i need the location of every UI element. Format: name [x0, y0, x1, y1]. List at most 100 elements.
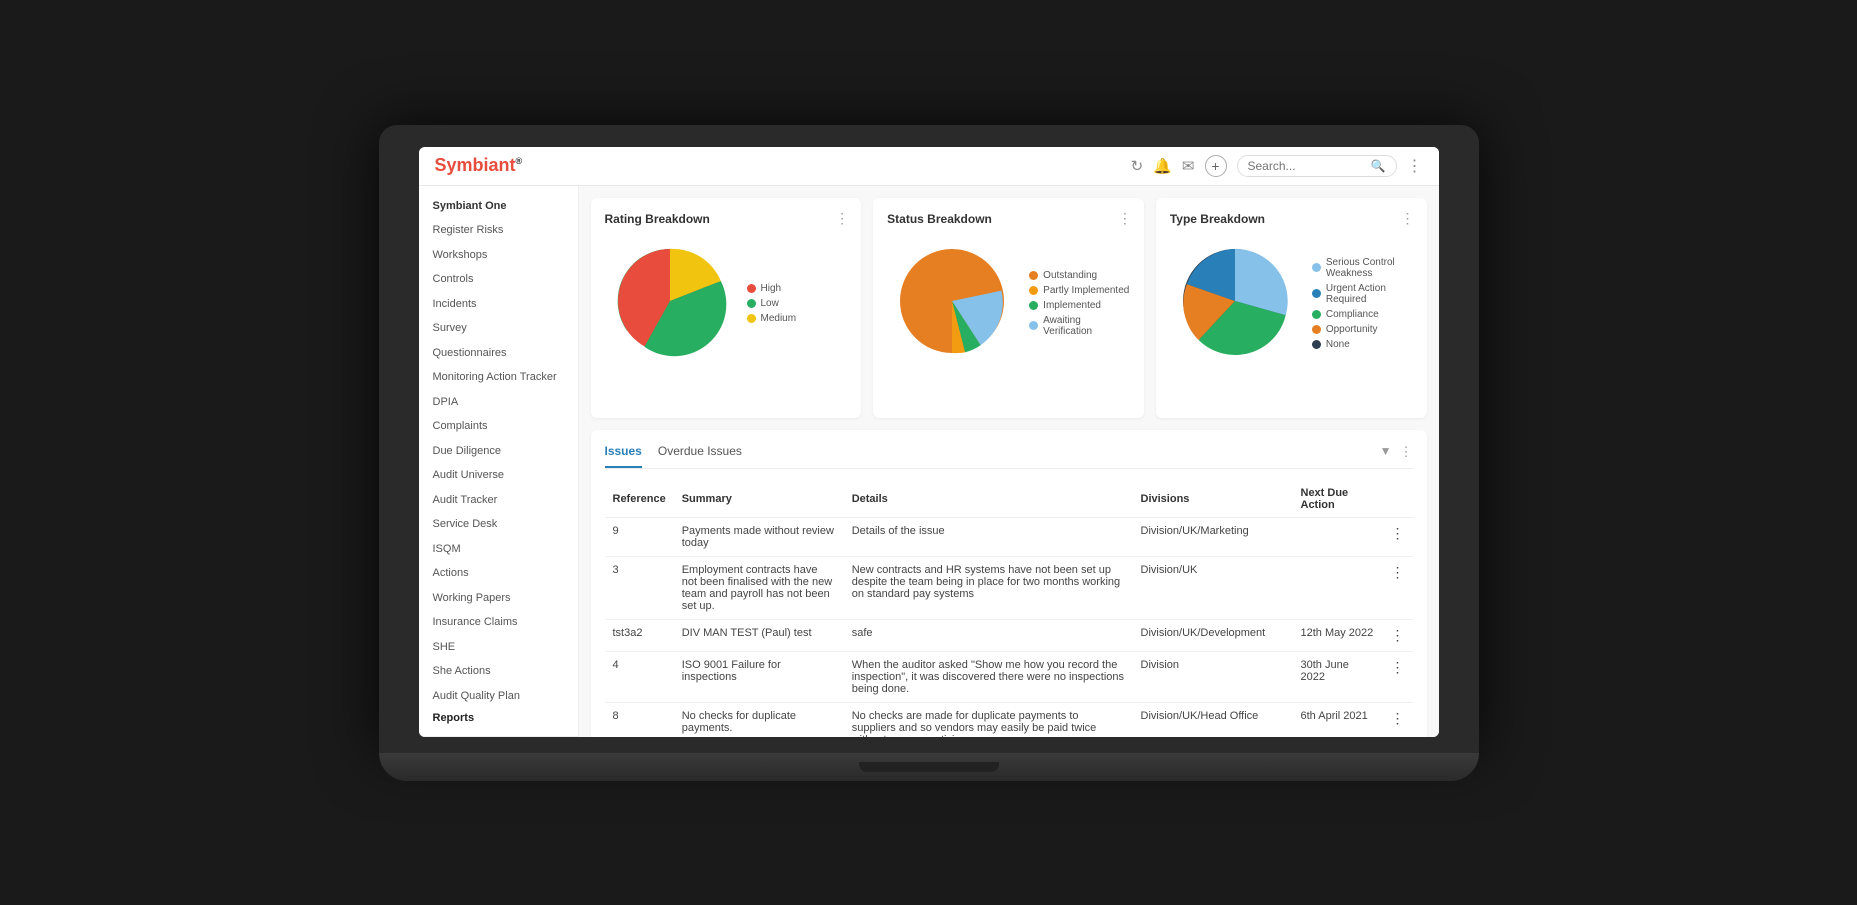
sidebar-item-audit-universe[interactable]: Audit Universe — [419, 463, 578, 488]
charts-row: Rating Breakdown ⋮ — [591, 198, 1427, 418]
cell-divisions: Division — [1133, 651, 1293, 702]
legend-label-low: Low — [761, 298, 779, 309]
legend-dot-compliance — [1312, 310, 1321, 319]
legend-label-high: High — [761, 283, 782, 294]
search-bar[interactable]: 🔍 — [1237, 155, 1397, 177]
issues-table-menu-icon[interactable]: ⋮ — [1400, 444, 1413, 460]
status-breakdown-card: Status Breakdown ⋮ — [873, 198, 1144, 418]
type-chart-inner: Serious Control Weakness Urgent Action R… — [1170, 236, 1413, 371]
sidebar-item-insurance-claims[interactable]: Insurance Claims — [419, 610, 578, 635]
sidebar-item-isqm[interactable]: ISQM — [419, 537, 578, 562]
status-chart-title: Status Breakdown — [887, 212, 1130, 226]
status-legend: Outstanding Partly Implemented Implement… — [1029, 270, 1130, 337]
sidebar-nav: Symbiant One Register Risks Workshops Co… — [419, 186, 578, 737]
sidebar-item-incidents[interactable]: Incidents — [419, 292, 578, 317]
sidebar-item-she[interactable]: SHE — [419, 635, 578, 660]
rating-chart-menu[interactable]: ⋮ — [835, 210, 849, 227]
laptop-container: Symbiant® ↻ 🔔 ✉ + 🔍 ⋮ — [379, 125, 1479, 781]
sidebar-item-survey[interactable]: Survey — [419, 316, 578, 341]
col-header-summary: Summary — [674, 481, 844, 518]
legend-dot-high — [747, 284, 756, 293]
cell-summary: DIV MAN TEST (Paul) test — [674, 619, 844, 651]
app-body: Symbiant One Register Risks Workshops Co… — [419, 186, 1439, 737]
type-chart-menu[interactable]: ⋮ — [1401, 210, 1415, 227]
col-header-details: Details — [844, 481, 1133, 518]
cell-divisions: Division/UK/Head Office — [1133, 702, 1293, 737]
sidebar-item-workshops[interactable]: Workshops — [419, 243, 578, 268]
status-chart-menu[interactable]: ⋮ — [1118, 210, 1132, 227]
add-button[interactable]: + — [1205, 155, 1227, 177]
legend-dot-partly — [1029, 286, 1038, 295]
legend-label-urgent: Urgent Action Required — [1326, 283, 1413, 305]
legend-item-low: Low — [747, 298, 797, 309]
cell-due: 6th April 2021 — [1293, 702, 1383, 737]
row-menu-4[interactable]: ⋮ — [1383, 702, 1413, 737]
legend-item-none: None — [1312, 339, 1413, 350]
laptop-hinge — [859, 762, 999, 772]
cell-summary: Employment contracts have not been final… — [674, 556, 844, 619]
search-input[interactable] — [1248, 159, 1365, 173]
rating-chart-inner: High Low Medium — [605, 236, 848, 371]
legend-item-awaiting: Awaiting Verification — [1029, 315, 1130, 337]
row-menu-0[interactable]: ⋮ — [1383, 517, 1413, 556]
sidebar-item-questionnaires[interactable]: Questionnaires — [419, 341, 578, 366]
legend-dot-medium — [747, 314, 756, 323]
legend-dot-outstanding — [1029, 271, 1038, 280]
legend-dot-opportunity — [1312, 325, 1321, 334]
table-row: 9 Payments made without review today Det… — [605, 517, 1413, 556]
tab-issues[interactable]: Issues — [605, 444, 642, 468]
legend-label-medium: Medium — [761, 313, 797, 324]
sidebar-reports-section[interactable]: Reports — [419, 708, 578, 728]
sidebar-item-symbiant-one[interactable]: Symbiant One — [419, 194, 578, 219]
sidebar-item-controls[interactable]: Controls — [419, 267, 578, 292]
cell-due — [1293, 517, 1383, 556]
sidebar-item-she-actions[interactable]: She Actions — [419, 659, 578, 684]
mail-icon[interactable]: ✉ — [1182, 157, 1195, 175]
issues-table-body: 9 Payments made without review today Det… — [605, 517, 1413, 737]
app-logo: Symbiant® — [435, 155, 523, 176]
cell-due — [1293, 556, 1383, 619]
refresh-icon[interactable]: ↻ — [1131, 157, 1144, 175]
tab-overdue-issues[interactable]: Overdue Issues — [658, 444, 742, 468]
rating-legend: High Low Medium — [747, 283, 797, 324]
cell-ref: 3 — [605, 556, 674, 619]
sidebar-item-complaints[interactable]: Complaints — [419, 414, 578, 439]
cell-ref: tst3a2 — [605, 619, 674, 651]
issues-filter-icons: ▼ ⋮ — [1380, 444, 1413, 460]
legend-item-medium: Medium — [747, 313, 797, 324]
header-menu-icon[interactable]: ⋮ — [1407, 156, 1423, 176]
cell-details: Details of the issue — [844, 517, 1133, 556]
legend-dot-urgent — [1312, 289, 1321, 298]
status-pie-chart — [887, 236, 1017, 371]
cell-details: No checks are made for duplicate payment… — [844, 702, 1133, 737]
cell-summary: No checks for duplicate payments. — [674, 702, 844, 737]
row-menu-2[interactable]: ⋮ — [1383, 619, 1413, 651]
cell-divisions: Division/UK/Marketing — [1133, 517, 1293, 556]
sidebar-item-audit-quality-plan[interactable]: Audit Quality Plan — [419, 684, 578, 709]
legend-label-opportunity: Opportunity — [1326, 324, 1378, 335]
cell-divisions: Division/UK — [1133, 556, 1293, 619]
sidebar-item-register-risks[interactable]: Register Risks — [419, 218, 578, 243]
cell-ref: 9 — [605, 517, 674, 556]
sidebar-item-dpia[interactable]: DPIA — [419, 390, 578, 415]
filter-icon[interactable]: ▼ — [1380, 444, 1392, 460]
app-header: Symbiant® ↻ 🔔 ✉ + 🔍 ⋮ — [419, 147, 1439, 186]
sidebar-item-actions[interactable]: Actions — [419, 561, 578, 586]
row-menu-1[interactable]: ⋮ — [1383, 556, 1413, 619]
row-menu-3[interactable]: ⋮ — [1383, 651, 1413, 702]
legend-label-awaiting: Awaiting Verification — [1043, 315, 1130, 337]
sidebar-item-working-papers[interactable]: Working Papers — [419, 586, 578, 611]
header-icons: ↻ 🔔 ✉ + 🔍 ⋮ — [1131, 155, 1423, 177]
legend-label-compliance: Compliance — [1326, 309, 1379, 320]
legend-dot-awaiting — [1029, 321, 1038, 330]
sidebar-item-audit-tracker[interactable]: Audit Tracker — [419, 488, 578, 513]
legend-item-serious: Serious Control Weakness — [1312, 257, 1413, 279]
bell-icon[interactable]: 🔔 — [1153, 157, 1172, 175]
legend-item-outstanding: Outstanding — [1029, 270, 1130, 281]
legend-label-none: None — [1326, 339, 1350, 350]
sidebar-item-due-diligence[interactable]: Due Diligence — [419, 439, 578, 464]
sidebar-item-service-desk[interactable]: Service Desk — [419, 512, 578, 537]
rating-chart-title: Rating Breakdown — [605, 212, 848, 226]
sidebar: Symbiant One Register Risks Workshops Co… — [419, 186, 579, 737]
sidebar-item-monitoring-action-tracker[interactable]: Monitoring Action Tracker — [419, 365, 578, 390]
